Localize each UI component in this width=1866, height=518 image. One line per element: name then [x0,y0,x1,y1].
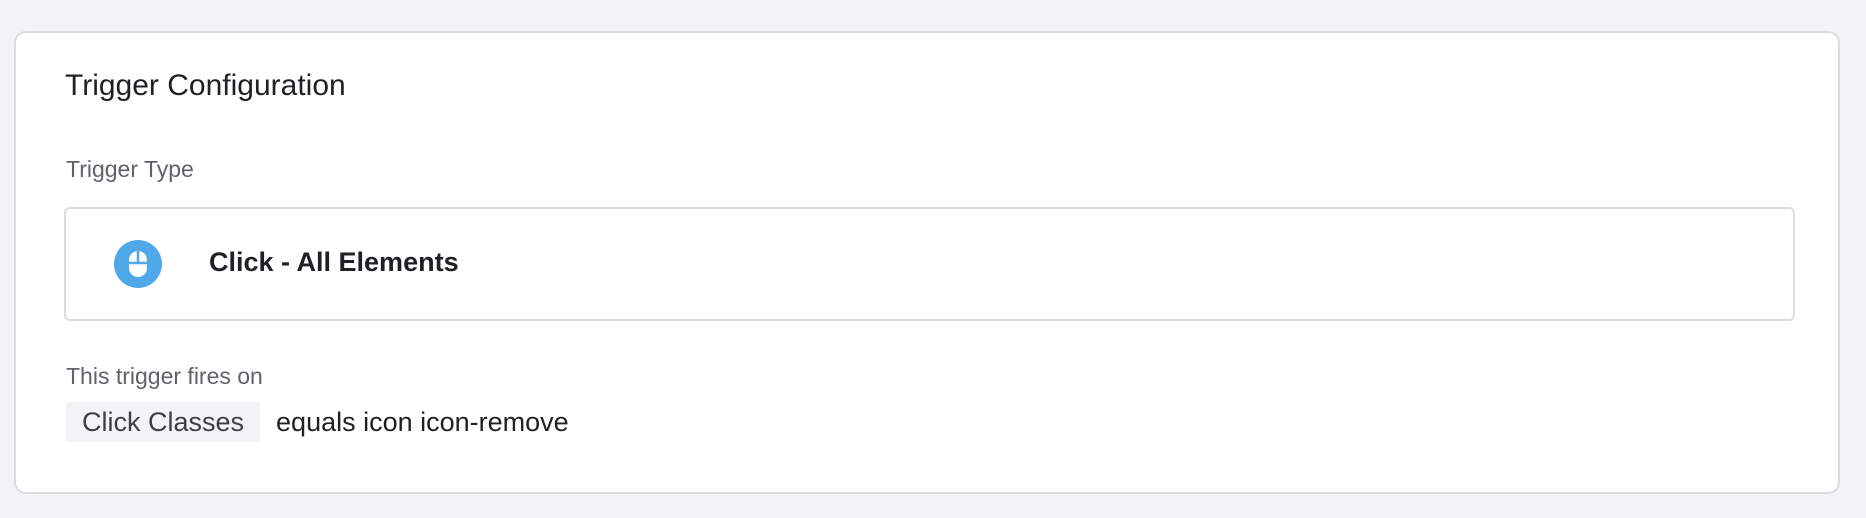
card-title: Trigger Configuration [65,69,346,102]
fires-on-label: This trigger fires on [66,363,263,389]
condition-expression: equals icon icon-remove [276,406,569,437]
trigger-configuration-card: Trigger Configuration Trigger Type Click… [14,31,1840,494]
mouse-icon [114,240,162,288]
trigger-condition: Click Classes equals icon icon-remove [66,402,569,442]
trigger-type-label: Trigger Type [66,156,194,182]
condition-variable-chip: Click Classes [66,402,261,442]
trigger-type-selector[interactable]: Click - All Elements [64,207,1795,321]
trigger-type-name: Click - All Elements [209,247,459,277]
